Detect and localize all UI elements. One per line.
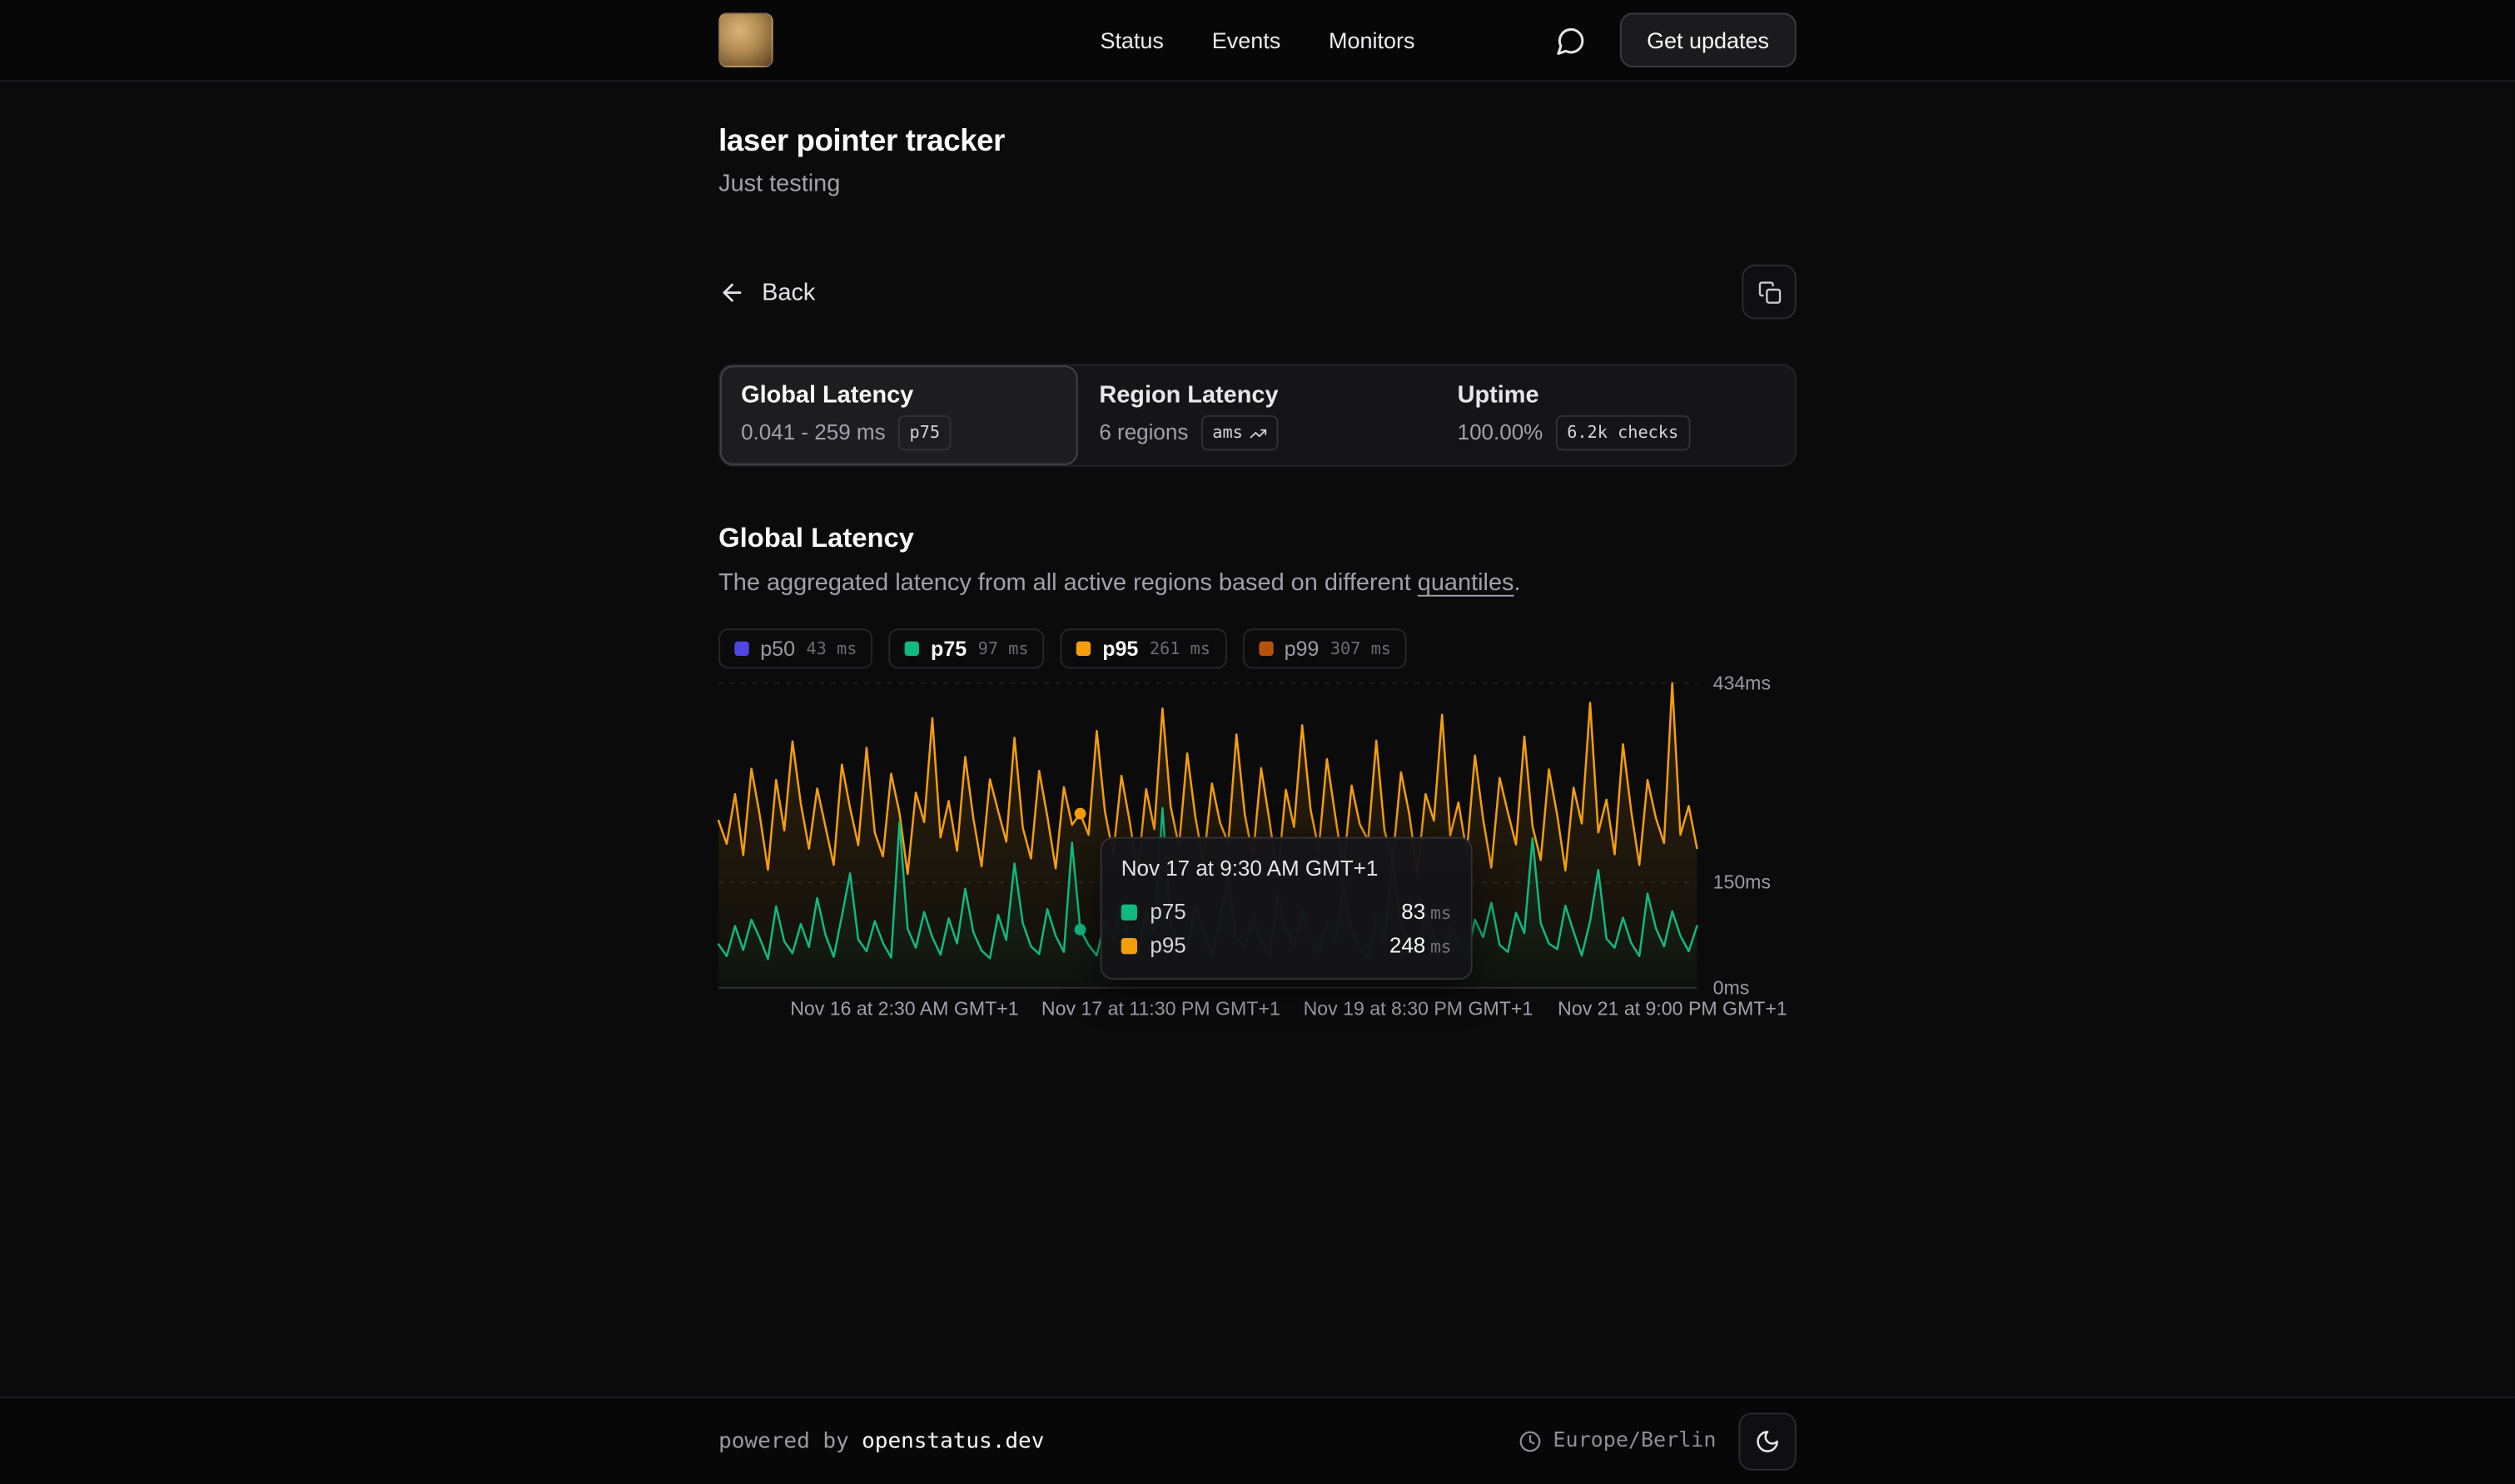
chart-plot-area[interactable]: Nov 17 at 9:30 AM GMT+1 p75 83 ms (718, 683, 1697, 988)
section-description: The aggregated latency from all active r… (718, 568, 1797, 600)
main-content: laser pointer tracker Just testing Back … (718, 82, 1797, 1030)
y-tick-zero: 0ms (1713, 976, 1750, 999)
tab-region-latency[interactable]: Region Latency 6 regions ams (1078, 365, 1436, 464)
y-tick-max: 434ms (1713, 672, 1771, 694)
page-subtitle: Just testing (718, 168, 1797, 201)
header: Status Events Monitors Get updates (0, 0, 2515, 82)
p95-swatch (1121, 937, 1137, 953)
back-link[interactable]: Back (718, 278, 815, 305)
quantiles-link[interactable]: quantiles (1418, 569, 1514, 597)
tab-title: Region Latency (1099, 380, 1415, 413)
x-tick: Nov 21 at 9:00 PM GMT+1 (1558, 997, 1787, 1020)
arrow-left-icon (718, 278, 746, 305)
tab-subtitle: 0.041 - 259 ms (741, 419, 886, 448)
legend-p95[interactable]: p95 261 ms (1061, 628, 1226, 668)
clock-icon (1519, 1430, 1542, 1452)
chat-bubble-icon (1556, 25, 1587, 56)
p75-badge: p75 (898, 415, 952, 450)
copy-link-button[interactable] (1742, 265, 1797, 320)
status-page: Status Events Monitors Get updates laser… (0, 0, 2515, 1483)
openstatus-link[interactable]: openstatus.dev (862, 1428, 1044, 1454)
y-axis-labels: 434ms 150ms 0ms (1713, 683, 1797, 988)
p99-swatch (1259, 642, 1273, 656)
legend-p50[interactable]: p50 43 ms (718, 628, 873, 668)
fastest-region-badge: ams (1201, 415, 1278, 450)
tooltip-row: p75 83 ms (1121, 895, 1452, 928)
x-axis-labels: Nov 16 at 2:30 AM GMT+1 Nov 17 at 11:30 … (718, 997, 1697, 1030)
timezone: Europe/Berlin (1519, 1429, 1716, 1453)
tab-title: Uptime (1458, 380, 1774, 413)
checks-badge: 6.2k checks (1556, 415, 1690, 450)
powered-by: powered byopenstatus.dev (718, 1428, 1044, 1454)
legend-p99[interactable]: p99 307 ms (1242, 628, 1407, 668)
x-tick: Nov 17 at 11:30 PM GMT+1 (1041, 997, 1280, 1020)
tab-subtitle: 100.00% (1458, 419, 1543, 448)
x-tick: Nov 19 at 8:30 PM GMT+1 (1304, 997, 1533, 1020)
tooltip-title: Nov 17 at 9:30 AM GMT+1 (1121, 855, 1452, 884)
p75-swatch (905, 642, 919, 656)
nav-events[interactable]: Events (1212, 27, 1280, 53)
nav-monitors[interactable]: Monitors (1329, 27, 1414, 53)
logo-image[interactable] (718, 12, 773, 67)
theme-toggle-button[interactable] (1738, 1412, 1796, 1469)
footer: powered byopenstatus.dev Europe/Berlin (0, 1397, 2515, 1483)
tooltip-row: p95 248 ms (1121, 929, 1452, 962)
tab-global-latency[interactable]: Global Latency 0.041 - 259 ms p75 (720, 365, 1078, 464)
chart-legend: p50 43 ms p75 97 ms p95 261 ms p99 307 m… (718, 628, 1797, 668)
get-updates-button[interactable]: Get updates (1619, 12, 1796, 67)
tab-subtitle: 6 regions (1099, 419, 1188, 448)
chart-tooltip: Nov 17 at 9:30 AM GMT+1 p75 83 ms (1101, 837, 1473, 980)
toolbar: Back (718, 265, 1797, 320)
y-tick-mid: 150ms (1713, 871, 1771, 894)
section-title: Global Latency (718, 521, 1797, 556)
page-title: laser pointer tracker (718, 125, 1797, 160)
legend-p75[interactable]: p75 97 ms (889, 628, 1045, 668)
tab-uptime[interactable]: Uptime 100.00% 6.2k checks (1437, 365, 1795, 464)
moon-icon (1755, 1428, 1781, 1454)
copy-icon (1757, 280, 1782, 304)
p95-swatch (1076, 642, 1091, 656)
main-nav: Status Events Monitors (1100, 27, 1414, 53)
metric-tabs: Global Latency 0.041 - 259 ms p75 Region… (718, 364, 1797, 466)
latency-chart: Nov 17 at 9:30 AM GMT+1 p75 83 ms (718, 683, 1797, 1030)
trending-up-icon (1250, 424, 1267, 442)
p50-swatch (734, 642, 748, 656)
p75-swatch (1121, 904, 1137, 920)
tab-title: Global Latency (741, 380, 1057, 413)
header-actions: Get updates (1546, 12, 1797, 67)
feedback-chat-button[interactable] (1546, 14, 1598, 66)
nav-status[interactable]: Status (1100, 27, 1163, 53)
x-tick: Nov 16 at 2:30 AM GMT+1 (790, 997, 1018, 1020)
back-label: Back (762, 278, 815, 305)
